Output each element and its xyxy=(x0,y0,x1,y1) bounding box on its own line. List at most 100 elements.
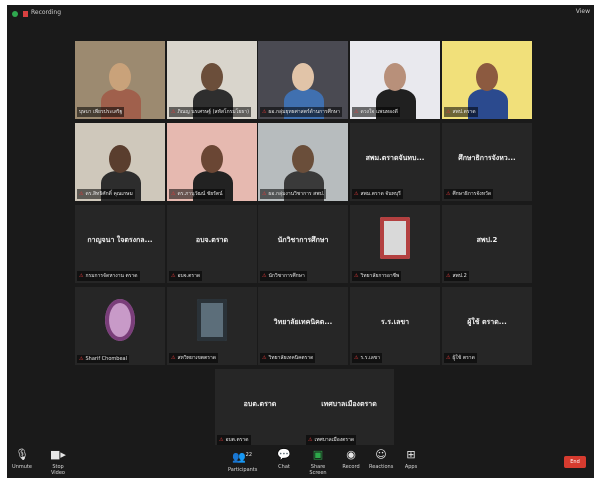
muted-microphone-icon: ⚠ xyxy=(262,273,267,279)
participant-display-name: สพม.ตราดจันทบ... xyxy=(365,154,425,162)
person-head xyxy=(384,63,406,91)
participant-name: นักวิชาการศึกษา xyxy=(268,273,305,279)
stop-video-button[interactable]: ■▸ Stop Video xyxy=(45,449,71,477)
muted-microphone-icon: ⚠ xyxy=(262,109,267,115)
participant-name-label: ⚠ Sharif Chombeal xyxy=(77,355,129,363)
participant-name: ร.ร.เลขา xyxy=(360,355,381,361)
muted-microphone-icon: ⚠ xyxy=(171,109,176,115)
person-head xyxy=(109,63,131,91)
participant-tile[interactable]: อบจ.ตราด ⚠ อบจ.ตราด xyxy=(167,205,257,283)
share-screen-label: Share Screen xyxy=(309,464,327,476)
participant-tile[interactable]: ⚠ ภิณญ นรเศรษฐ์ (สหัสโกรมโยธา) xyxy=(167,41,257,119)
participant-tile[interactable]: ⚠ ดร.สิทธิศักดิ์ คุณเกษม xyxy=(75,123,165,201)
participant-tile[interactable]: ⚠ ดวงใจ แพนทองดี xyxy=(350,41,440,119)
participant-display-name: นักวิชาการศึกษา xyxy=(277,236,329,244)
participant-display-name: ผู้ใช้ ตราด... xyxy=(467,318,507,326)
participant-tile[interactable]: ⚠ สหวิทยาเขตตราด xyxy=(167,287,257,365)
microphone-icon: 🎙 xyxy=(15,448,29,461)
participant-tile[interactable]: ⚠ วิทยาลัยการอาชีพ xyxy=(350,205,440,283)
participant-tile[interactable]: ศึกษาธิการจังหว... ⚠ ศึกษาธิการจังหวัด xyxy=(442,123,532,201)
participant-display-name: กาญจนา ใจตรงกล... xyxy=(87,236,153,244)
muted-microphone-icon: ⚠ xyxy=(79,273,84,279)
muted-microphone-icon: ⚠ xyxy=(354,191,359,197)
participant-tile[interactable]: เทศบาลเมืองตราด ⚠ เทศบาลเมืองตราด xyxy=(304,369,394,447)
participant-name-label: ⚠ อบจ.ตราด xyxy=(169,271,203,281)
participant-name-label: ⚠ ภิณญ นรเศรษฐ์ (สหัสโกรมโยธา) xyxy=(169,107,252,117)
stop-video-label: Stop Video xyxy=(50,464,65,476)
participant-tile[interactable]: นักวิชาการศึกษา ⚠ นักวิชาการศึกษา xyxy=(258,205,348,283)
muted-microphone-icon: ⚠ xyxy=(171,273,176,279)
participant-name-label: ⚠ นักวิชาการศึกษา xyxy=(260,271,307,281)
participant-name-label: ⚠ ดร.ภานุวัฒน์ ชัยรัตน์ xyxy=(169,189,225,199)
profile-picture xyxy=(380,217,410,259)
participant-display-name: ร.ร.เลขา xyxy=(380,318,410,326)
participant-tile[interactable]: ⚠ ดร.ภานุวัฒน์ ชัยรัตน์ xyxy=(167,123,257,201)
person-head xyxy=(201,63,223,91)
participant-name: ดร.ภานุวัฒน์ ชัยรัตน์ xyxy=(177,191,223,197)
share-screen-icon: ▣ xyxy=(312,448,324,461)
participants-button[interactable]: 👥22 Participants xyxy=(228,449,257,472)
meeting-toolbar: 🎙 Unmute ■▸ Stop Video 👥22 Participants … xyxy=(7,445,594,478)
participant-tile[interactable]: บุษบา เพียรประเสริฐ xyxy=(75,41,165,119)
participant-name: เทศบาลเมืองตราด xyxy=(314,437,355,443)
muted-microphone-icon: ⚠ xyxy=(79,356,84,362)
muted-microphone-icon: ⚠ xyxy=(354,273,359,279)
participant-name-label: ⚠ วิทยาลัยเทคนิคตราด xyxy=(260,353,316,363)
apps-button[interactable]: ⊞ Apps xyxy=(403,448,419,471)
participant-name-label: ⚠ สหวิทยาเขตตราด xyxy=(169,353,219,363)
participant-name-label: ⚠ กรมการจัดหางาน ตราด xyxy=(77,271,140,281)
participant-tile[interactable]: สพม.ตราดจันทบ... ⚠ สพม.ตราด จันทบุรี xyxy=(350,123,440,201)
participant-display-name: วิทยาลัยเทคนิคต... xyxy=(273,318,333,326)
person-head xyxy=(109,145,131,173)
participant-name-label: ⚠ ดร.สิทธิศักดิ์ คุณเกษม xyxy=(77,189,135,199)
muted-microphone-icon: ⚠ xyxy=(354,355,359,361)
participant-display-name: สพป.2 xyxy=(476,236,498,244)
participant-tile[interactable]: ⚠ Sharif Chombeal xyxy=(75,287,165,365)
muted-microphone-icon: ⚠ xyxy=(446,273,451,279)
participant-name: ดร.สิทธิศักดิ์ คุณเกษม xyxy=(85,191,133,197)
participant-tile[interactable]: ⚠ สพป.ตราด xyxy=(442,41,532,119)
record-button[interactable]: ◉ Record xyxy=(341,449,361,471)
participant-display-name: อบจ.ตราด xyxy=(195,236,229,244)
participant-name-label: ⚠ ผอ.กลุ่มยุทธศาสตร์ด้านการศึกษา xyxy=(260,107,342,117)
muted-microphone-icon: ⚠ xyxy=(262,355,267,361)
participant-name-label: ⚠ ดวงใจ แพนทองดี xyxy=(352,107,400,117)
muted-microphone-icon: ⚠ xyxy=(446,191,451,197)
participant-tile[interactable]: ⚠ ผอ.กลุ่มงานวิชาการ สพป. xyxy=(258,123,348,201)
participant-tile[interactable]: ร.ร.เลขา ⚠ ร.ร.เลขา xyxy=(350,287,440,365)
apps-icon: ⊞ xyxy=(406,448,416,461)
apps-label: Apps xyxy=(404,464,418,470)
participants-icon: 👥22 xyxy=(231,450,253,464)
person-head xyxy=(201,145,223,173)
person-head xyxy=(292,63,314,91)
muted-microphone-icon: ⚠ xyxy=(308,437,313,443)
participant-display-name: ศึกษาธิการจังหว... xyxy=(458,154,516,162)
person-head xyxy=(292,145,314,173)
participant-tile[interactable]: วิทยาลัยเทคนิคต... ⚠ วิทยาลัยเทคนิคตราด xyxy=(258,287,348,365)
participant-name: ศึกษาธิการจังหวัด xyxy=(452,191,492,197)
participant-tile[interactable]: กาญจนา ใจตรงกล... ⚠ กรมการจัดหางาน ตราด xyxy=(75,205,165,283)
participant-display-name: อบต.ตราด xyxy=(243,400,277,408)
participant-display-name: เทศบาลเมืองตราด xyxy=(321,400,377,408)
participant-name: บุษบา เพียรประเสริฐ xyxy=(79,109,123,115)
participant-tile[interactable]: สพป.2 ⚠ สพป.2 xyxy=(442,205,532,283)
muted-microphone-icon: ⚠ xyxy=(446,109,451,115)
chat-button[interactable]: 💬 Chat xyxy=(275,449,293,471)
reactions-button[interactable]: ☺ Reactions xyxy=(369,449,393,471)
participant-name: ภิณญ นรเศรษฐ์ (สหัสโกรมโยธา) xyxy=(177,109,250,115)
participant-name-label: ⚠ ผอ.กลุ่มงานวิชาการ สพป. xyxy=(260,189,327,199)
participant-tile[interactable]: ⚠ ผอ.กลุ่มยุทธศาสตร์ด้านการศึกษา xyxy=(258,41,348,119)
muted-microphone-icon: ⚠ xyxy=(171,191,176,197)
unmute-button[interactable]: 🎙 Unmute xyxy=(11,448,33,471)
share-screen-button[interactable]: ▣ Share Screen xyxy=(305,448,331,477)
participant-tile[interactable]: อบต.ตราด ⚠ อบต.ตราด xyxy=(215,369,305,447)
participant-tile[interactable]: ผู้ใช้ ตราด... ⚠ ผู้ใช้ ตราด xyxy=(442,287,532,365)
participant-name: ผู้ใช้ ตราด xyxy=(452,355,475,361)
camera-feed xyxy=(75,287,165,365)
participant-name-label: ⚠ สพม.ตราด จันทบุรี xyxy=(352,189,403,199)
muted-microphone-icon: ⚠ xyxy=(171,355,176,361)
muted-microphone-icon: ⚠ xyxy=(79,191,84,197)
end-meeting-button[interactable]: End xyxy=(564,456,586,468)
participant-name-label: ⚠ ศึกษาธิการจังหวัด xyxy=(444,189,494,199)
muted-microphone-icon: ⚠ xyxy=(262,191,267,197)
